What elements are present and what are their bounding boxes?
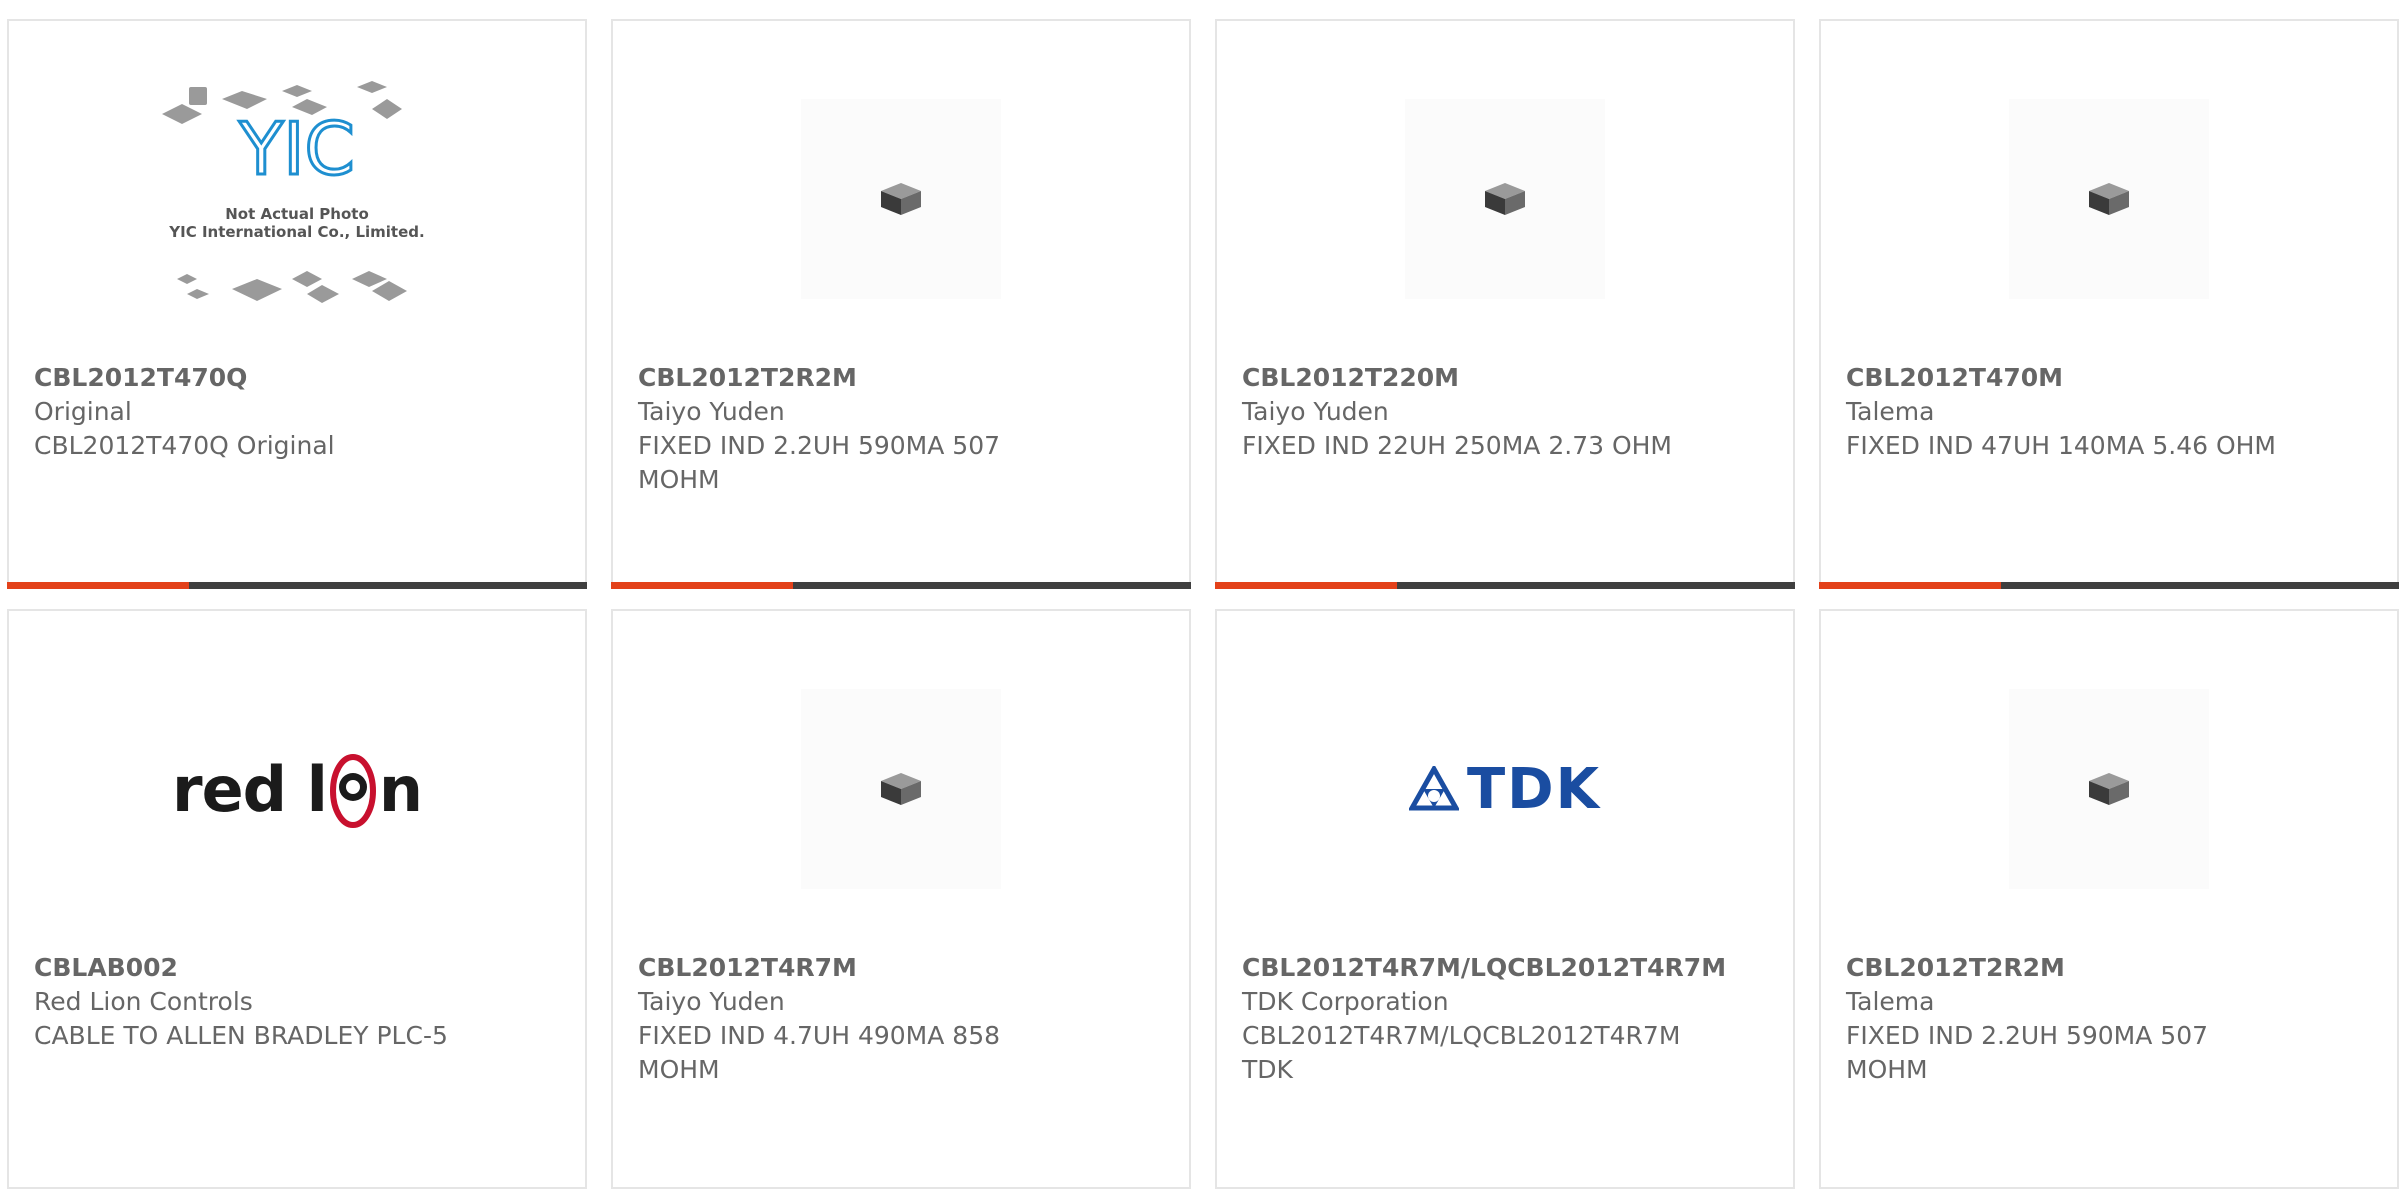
svg-text:Not Actual Photo: Not Actual Photo xyxy=(225,205,369,223)
manufacturer: TDK Corporation xyxy=(1242,987,1449,1016)
red-lion-logo-icon: red l n xyxy=(172,752,423,828)
product-card[interactable]: YIC Not Actual Photo YIC International C… xyxy=(7,19,587,589)
manufacturer: Taiyo Yuden xyxy=(638,987,785,1016)
product-image[interactable] xyxy=(1821,69,2397,329)
product-image[interactable] xyxy=(1821,659,2397,919)
manufacturer: Original xyxy=(34,397,132,426)
manufacturer: Talema xyxy=(1846,987,1935,1016)
manufacturer: Taiyo Yuden xyxy=(1242,397,1389,426)
svg-text:YIC: YIC xyxy=(238,107,355,191)
product-image[interactable]: YIC Not Actual Photo YIC International C… xyxy=(9,69,585,329)
part-number[interactable]: CBL2012T470M xyxy=(1846,361,2377,395)
part-number[interactable]: CBL2012T220M xyxy=(1242,361,1773,395)
description: FIXED IND 2.2UH 590MA 507 MOHM xyxy=(1846,1021,2208,1084)
part-number[interactable]: CBL2012T470Q xyxy=(34,361,565,395)
yic-placeholder-icon: YIC Not Actual Photo YIC International C… xyxy=(162,81,425,303)
product-card[interactable]: CBL2012T4R7M Taiyo Yuden FIXED IND 4.7UH… xyxy=(611,609,1191,1189)
inductor-chip-icon xyxy=(2009,689,2209,889)
product-image[interactable]: TDK xyxy=(1217,659,1793,919)
card-bar-accent xyxy=(1819,582,2001,589)
card-bar xyxy=(1819,582,2399,589)
card-bar-accent xyxy=(1215,582,1397,589)
part-number[interactable]: CBL2012T2R2M xyxy=(638,361,1169,395)
product-image[interactable]: red l n xyxy=(9,659,585,919)
product-card[interactable]: red l n CBLAB002 Red Lion Controls CABLE… xyxy=(7,609,587,1189)
card-bar-accent xyxy=(7,582,189,589)
card-bar xyxy=(1215,582,1795,589)
description: CABLE TO ALLEN BRADLEY PLC-5 xyxy=(34,1021,448,1050)
tdk-logo-icon: TDK xyxy=(1408,757,1601,822)
product-image[interactable] xyxy=(613,659,1189,919)
card-bar xyxy=(7,582,587,589)
part-number[interactable]: CBL2012T4R7M xyxy=(638,951,1169,985)
svg-text:YIC International Co., Limited: YIC International Co., Limited. xyxy=(168,223,424,241)
card-bar-accent xyxy=(611,582,793,589)
manufacturer: Talema xyxy=(1846,397,1935,426)
product-card[interactable]: CBL2012T2R2M Taiyo Yuden FIXED IND 2.2UH… xyxy=(611,19,1191,589)
inductor-chip-icon xyxy=(801,99,1001,299)
product-card[interactable]: TDK CBL2012T4R7M/LQCBL2012T4R7M TDK Corp… xyxy=(1215,609,1795,1189)
product-card[interactable]: CBL2012T470M Talema FIXED IND 47UH 140MA… xyxy=(1819,19,2399,589)
inductor-chip-icon xyxy=(1405,99,1605,299)
product-card[interactable]: CBL2012T220M Taiyo Yuden FIXED IND 22UH … xyxy=(1215,19,1795,589)
product-image[interactable] xyxy=(613,69,1189,329)
description: FIXED IND 2.2UH 590MA 507 MOHM xyxy=(638,431,1000,494)
description: CBL2012T4R7M/LQCBL2012T4R7M TDK xyxy=(1242,1021,1681,1084)
inductor-chip-icon xyxy=(2009,99,2209,299)
product-card[interactable]: CBL2012T2R2M Talema FIXED IND 2.2UH 590M… xyxy=(1819,609,2399,1189)
product-image[interactable] xyxy=(1217,69,1793,329)
description: FIXED IND 47UH 140MA 5.46 OHM xyxy=(1846,431,2276,460)
manufacturer: Taiyo Yuden xyxy=(638,397,785,426)
part-number[interactable]: CBLAB002 xyxy=(34,951,565,985)
card-bar xyxy=(611,582,1191,589)
part-number[interactable]: CBL2012T4R7M/LQCBL2012T4R7M xyxy=(1242,951,1773,985)
inductor-chip-icon xyxy=(801,689,1001,889)
description: FIXED IND 4.7UH 490MA 858 MOHM xyxy=(638,1021,1000,1084)
description: FIXED IND 22UH 250MA 2.73 OHM xyxy=(1242,431,1672,460)
description: CBL2012T470Q Original xyxy=(34,431,335,460)
manufacturer: Red Lion Controls xyxy=(34,987,253,1016)
part-number[interactable]: CBL2012T2R2M xyxy=(1846,951,2377,985)
